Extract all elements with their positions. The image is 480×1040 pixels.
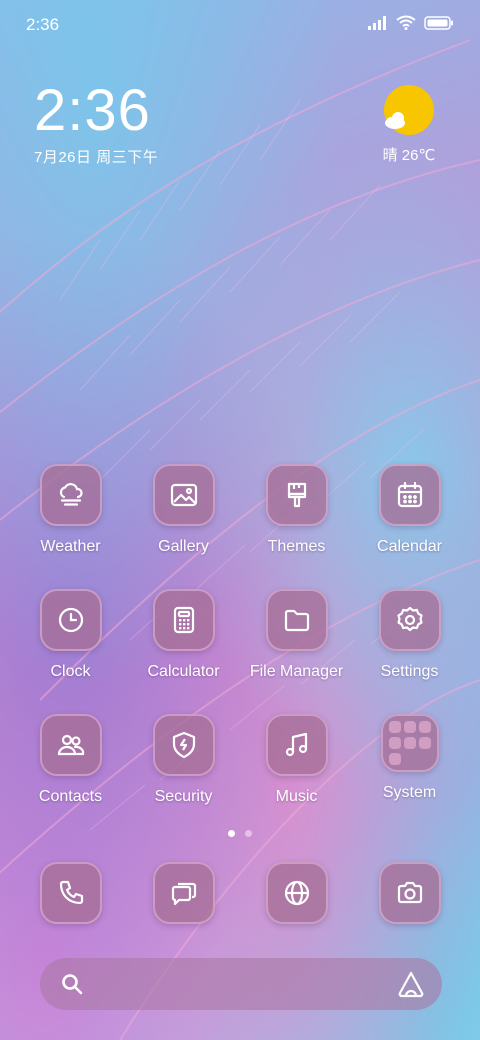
page-dot-active[interactable] (228, 830, 235, 837)
app-label: Calendar (377, 538, 442, 555)
clock-widget-date: 7月26日 周三下午 (34, 149, 159, 166)
dock-messages[interactable] (127, 862, 240, 924)
app-label: Gallery (158, 538, 209, 555)
status-icons (368, 15, 454, 35)
shield-icon (152, 714, 215, 776)
mini-app-icon (388, 720, 401, 733)
mini-app-icon (388, 753, 401, 766)
dock-phone[interactable] (14, 862, 127, 924)
app-label: Security (154, 788, 213, 805)
status-time: 2:36 (26, 15, 60, 34)
search-bar[interactable] (40, 958, 442, 1010)
assistant-icon[interactable] (396, 970, 426, 1003)
battery-icon (424, 15, 454, 35)
app-file-manager[interactable]: File Manager (240, 589, 353, 714)
clock-widget-time: 2:36 (34, 78, 151, 143)
app-label: Themes (267, 538, 326, 555)
app-label: Contacts (38, 788, 103, 805)
mini-app-icon (418, 720, 431, 733)
app-calendar[interactable]: Calendar (353, 464, 466, 589)
dock-camera[interactable] (353, 862, 466, 924)
dock (14, 862, 466, 924)
dock-browser[interactable] (240, 862, 353, 924)
app-clock[interactable]: Clock (14, 589, 127, 714)
app-system-folder[interactable]: System (353, 714, 466, 839)
app-contacts[interactable]: Contacts (14, 714, 127, 839)
app-label: System (382, 784, 437, 801)
app-label: Music (275, 788, 318, 805)
app-label: Calculator (147, 663, 220, 680)
camera-icon (378, 862, 441, 924)
messages-icon (152, 862, 215, 924)
gear-icon (378, 589, 441, 651)
status-bar: 2:36 (0, 0, 480, 50)
app-grid: Weather Gallery Themes Calendar Clock Ca… (14, 464, 466, 839)
clock-icon (39, 589, 102, 651)
clock-widget[interactable]: 2:36 7月26日 周三下午 (34, 80, 158, 167)
app-label: Weather (40, 538, 101, 555)
music-note-icon (265, 714, 328, 776)
app-music[interactable]: Music (240, 714, 353, 839)
gallery-icon (152, 464, 215, 526)
weather-widget[interactable]: 晴 26℃ (374, 84, 444, 165)
mini-app-icon (418, 736, 431, 749)
mini-app-icon (388, 736, 401, 749)
page-indicator (0, 830, 480, 837)
search-icon (60, 972, 84, 1001)
wifi-icon (396, 15, 416, 35)
app-weather[interactable]: Weather (14, 464, 127, 589)
signal-icon (368, 15, 388, 35)
app-label: File Manager (249, 663, 344, 680)
calendar-icon (378, 464, 441, 526)
app-gallery[interactable]: Gallery (127, 464, 240, 589)
app-label: Clock (50, 663, 91, 680)
contacts-icon (39, 714, 102, 776)
app-settings[interactable]: Settings (353, 589, 466, 714)
page-dot[interactable] (245, 830, 252, 837)
folder-group-icon (380, 714, 439, 772)
folder-icon (265, 589, 328, 651)
app-themes[interactable]: Themes (240, 464, 353, 589)
phone-icon (39, 862, 102, 924)
calculator-icon (152, 589, 215, 651)
app-security[interactable]: Security (127, 714, 240, 839)
app-calculator[interactable]: Calculator (127, 589, 240, 714)
partly-sunny-icon (383, 84, 435, 136)
browser-globe-icon (265, 862, 328, 924)
themes-brush-icon (265, 464, 328, 526)
mini-app-icon (403, 720, 416, 733)
weather-text: 晴 26℃ (382, 147, 436, 164)
weather-cloud-icon (39, 464, 102, 526)
mini-app-icon (403, 736, 416, 749)
app-label: Settings (380, 663, 439, 680)
